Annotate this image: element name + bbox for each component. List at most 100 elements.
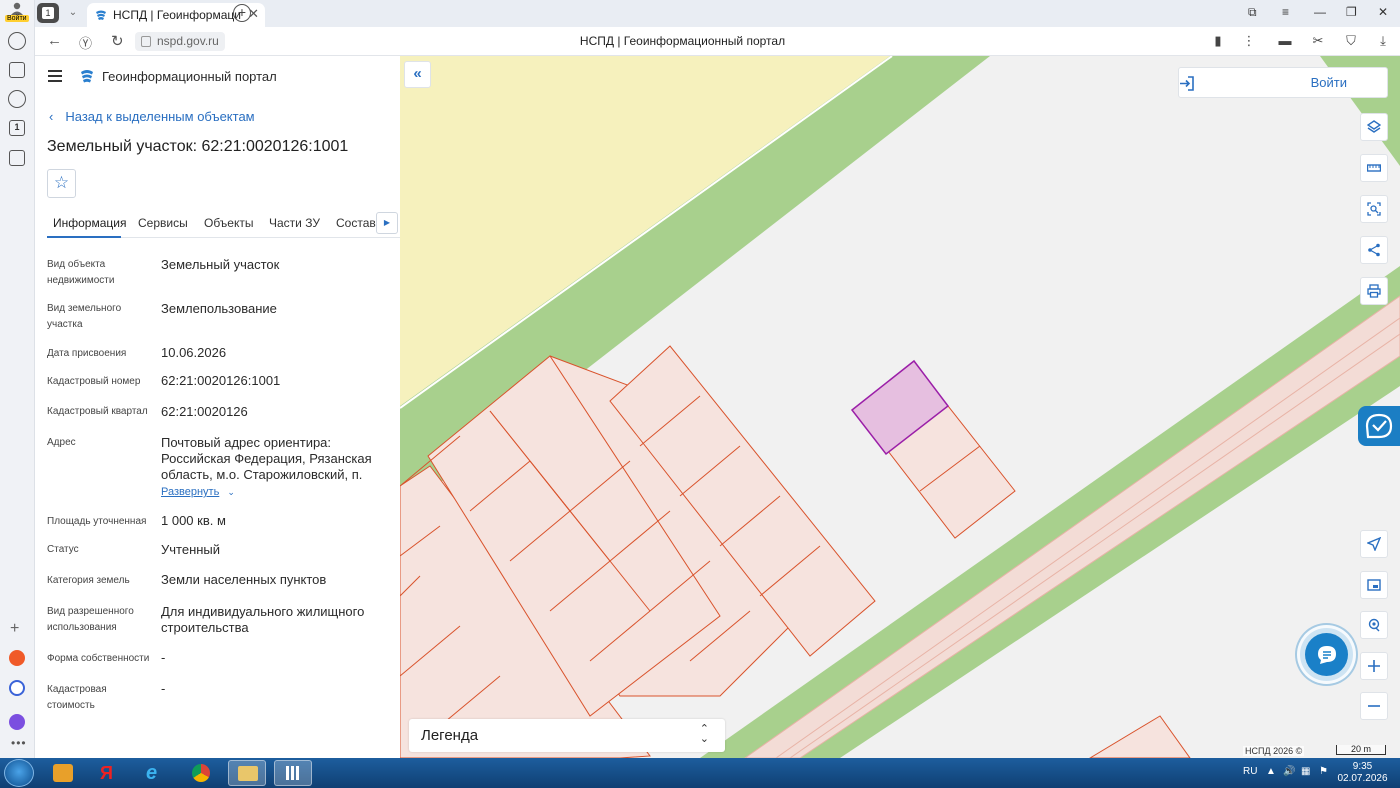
restore-icon[interactable]: ❐ (1346, 5, 1357, 19)
zoom-in-button[interactable] (1360, 652, 1388, 680)
attr-label: Кадастровый номер (47, 376, 141, 387)
attr-value: Землепользование (161, 301, 277, 316)
alice-icon[interactable] (9, 680, 25, 696)
browser-sidebar: Войти 1 + ••• (0, 0, 35, 758)
area-search-button[interactable] (1360, 195, 1388, 223)
volume-icon[interactable]: 🔊 (1283, 766, 1295, 777)
history-icon[interactable] (8, 32, 26, 50)
language-indicator[interactable]: RU (1243, 766, 1257, 777)
parcel[interactable] (1089, 715, 1191, 758)
map-rail-zone (744, 295, 1400, 758)
attr-label: Площадь уточненная (47, 516, 147, 527)
menu-icon[interactable] (48, 70, 62, 82)
tools-icon[interactable]: ✂ (1310, 33, 1326, 49)
tab-counter-icon[interactable]: 1 (9, 120, 25, 136)
attr-value: Земельный участок (161, 257, 280, 272)
yandex-browser-app[interactable]: Я (90, 760, 128, 786)
geolocation-button[interactable] (1360, 611, 1388, 639)
tab-bar: 1 ⌄ НСПД | Геоинформаци ✕ + ⧉ ≡ — ❐ ✕ (35, 0, 1400, 27)
navigation-arrow-icon (1367, 537, 1381, 551)
plus-icon (1368, 660, 1380, 672)
login-button[interactable]: Войти (1178, 67, 1388, 98)
screen: Войти 1 + ••• 1 ⌄ НСПД | Геоинформаци ✕ … (0, 0, 1400, 788)
downloads-icon[interactable]: ⤓ (1375, 33, 1391, 49)
layers-button[interactable] (1360, 113, 1388, 141)
map-canvas[interactable] (400, 56, 1400, 758)
tray-expand-icon[interactable]: ▲ (1266, 766, 1276, 777)
assistant-icon[interactable] (9, 714, 25, 730)
legend-label: Легенда (421, 727, 479, 744)
new-tab-button[interactable]: + (233, 4, 251, 22)
chrome-app[interactable] (182, 760, 220, 786)
portal-title: Геоинформационный портал (102, 69, 277, 84)
network-icon[interactable]: ▦ (1301, 766, 1310, 777)
collapse-panel-button[interactable]: « (404, 61, 431, 88)
support-icon (1365, 413, 1393, 439)
tab-services[interactable]: Сервисы (138, 216, 188, 230)
account-label: Войти (5, 15, 29, 22)
tab-info[interactable]: Информация (53, 216, 126, 230)
chat-button[interactable] (1305, 633, 1348, 676)
camera-icon[interactable] (9, 150, 25, 166)
close-window-icon[interactable]: ✕ (1378, 5, 1388, 19)
map-view[interactable]: « Войти Легенда ⌃ ⌄ НСПД 2026 © 20 m (400, 56, 1400, 758)
attr-value: 1 000 кв. м (161, 513, 226, 528)
share-button[interactable] (1360, 236, 1388, 264)
tab-composition[interactable]: Состав (336, 216, 376, 230)
tab-counter-button[interactable]: 1 (37, 3, 59, 23)
media-player-app[interactable] (44, 760, 82, 786)
address-bar: ← Ⓨ ↻ nspd.gov.ru НСПД | Геоинформационн… (35, 27, 1400, 56)
tabs-dropdown-icon[interactable]: ⌄ (63, 3, 83, 23)
share-icon (1368, 243, 1380, 257)
app-orange-icon[interactable] (9, 650, 25, 666)
notifications-icon[interactable]: ⚑ (1319, 766, 1328, 777)
clock-date: 02.07.2026 (1337, 773, 1388, 784)
attr-label: Кадастровый квартал (47, 406, 148, 417)
protect-icon[interactable]: ⛉ (1343, 33, 1359, 49)
attr-value: Учтенный (161, 542, 221, 557)
video-icon[interactable] (8, 90, 26, 108)
attr-value: Для индивидуального жилищного строительс… (161, 604, 365, 635)
extension-icon[interactable]: ▬ (1277, 33, 1293, 49)
attr-label: Вид земельного участка (47, 303, 122, 330)
tab-objects[interactable]: Объекты (204, 216, 254, 230)
collections-icon[interactable] (9, 62, 25, 78)
page-menu-icon[interactable]: ⋮ (1241, 33, 1257, 49)
bookmark-icon[interactable]: ▮ (1210, 33, 1226, 49)
add-icon[interactable]: + (10, 620, 19, 638)
chevron-up-down-icon: ⌃ ⌄ (699, 723, 709, 745)
attr-label: Вид разрешенного использования (47, 606, 134, 633)
print-button[interactable] (1360, 277, 1388, 305)
minimap-button[interactable] (1360, 571, 1388, 599)
attr-label: Категория земель (47, 575, 130, 586)
account-button[interactable]: Войти (4, 2, 30, 24)
apps-grid-app[interactable] (274, 760, 312, 786)
ruler-button[interactable] (1360, 154, 1388, 182)
page-title: НСПД | Геоинформационный портал (579, 34, 786, 48)
info-tabs: Информация Сервисы Объекты Части ЗУ Сост… (47, 212, 400, 238)
back-to-selection-link[interactable]: ‹ Назад к выделенным объектам (49, 109, 255, 124)
attr-value: 62:21:0020126 (161, 404, 248, 419)
window-menu-icon[interactable]: ≡ (1282, 5, 1289, 19)
system-clock[interactable]: 9:35 02.07.2026 (1335, 761, 1390, 785)
tabs-scroll-right-button[interactable]: ▶ (376, 212, 398, 234)
explorer-app[interactable] (228, 760, 266, 786)
favorite-star-button[interactable]: ☆ (47, 169, 76, 198)
attr-label: Статус (47, 544, 79, 555)
bookmarks-panel-icon[interactable]: ⧉ (1248, 5, 1257, 20)
legend-dropdown[interactable]: Легенда ⌃ ⌄ (409, 719, 725, 752)
more-icon[interactable]: ••• (11, 736, 27, 750)
internet-explorer-app[interactable]: e (136, 760, 174, 786)
attr-value-address: Почтовый адрес ориентира: Российская Фед… (161, 435, 372, 482)
locate-button[interactable] (1360, 530, 1388, 558)
start-button[interactable] (4, 759, 34, 787)
tab-parts[interactable]: Части ЗУ (269, 216, 320, 230)
attr-label: Вид объекта недвижимости (47, 259, 115, 286)
minimize-icon[interactable]: — (1314, 5, 1326, 19)
expand-address-link[interactable]: Развернуть ⌄ (161, 486, 235, 498)
attr-value: - (161, 681, 166, 696)
map-scale-bar: 20 m (1336, 745, 1386, 755)
chevron-left-icon: ‹ (49, 109, 54, 124)
zoom-out-button[interactable] (1360, 692, 1388, 720)
support-widget-button[interactable] (1358, 406, 1400, 446)
